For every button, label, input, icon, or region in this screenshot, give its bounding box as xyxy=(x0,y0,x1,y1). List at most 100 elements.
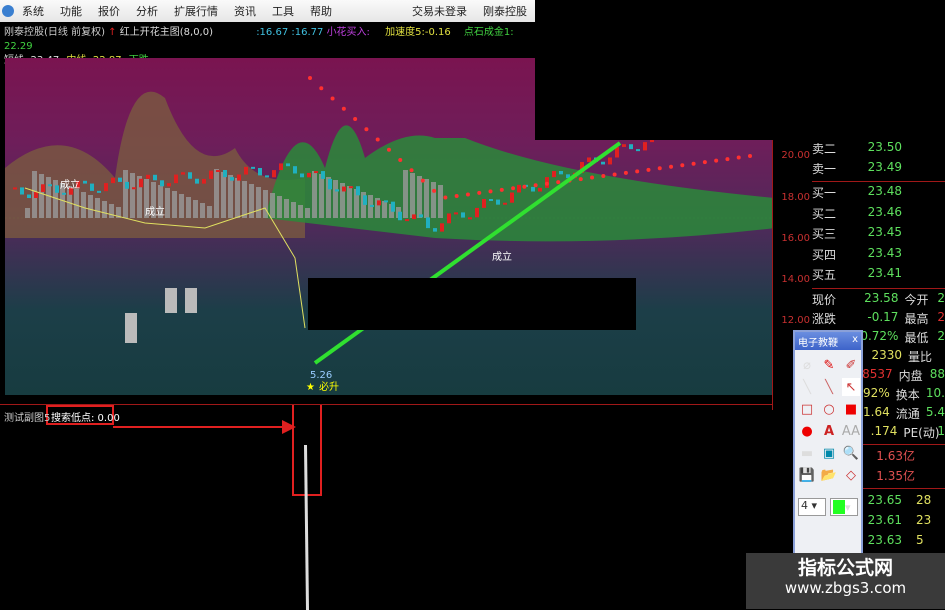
stat-label-2: 换本 xyxy=(895,387,920,402)
axis-tick: 16.00 xyxy=(781,233,810,244)
save-icon[interactable]: 💾 xyxy=(798,466,816,484)
highlighter-icon[interactable]: ✐ xyxy=(842,356,860,374)
signal-dot xyxy=(499,187,504,192)
trade-login-status[interactable]: 交易未登录 xyxy=(404,3,475,19)
signal-dot xyxy=(612,172,617,177)
candlestick xyxy=(293,166,297,174)
stat-value-2: 2 xyxy=(937,309,945,324)
rectangle-icon[interactable]: □ xyxy=(798,400,816,418)
menu-function[interactable]: 功能 xyxy=(52,3,90,19)
gray-histogram-bar xyxy=(39,174,44,218)
candlestick xyxy=(237,174,241,181)
signal-dot xyxy=(420,178,425,183)
candlestick xyxy=(342,186,346,192)
gray-histogram-bar xyxy=(319,174,324,218)
signal-dot xyxy=(511,186,516,191)
diamond-icon[interactable]: ◇ xyxy=(842,466,860,484)
gray-histogram-bar xyxy=(312,171,317,218)
eraser-icon[interactable]: ⌀ xyxy=(798,356,816,374)
stat-value: 23.58 xyxy=(864,290,899,305)
candlestick xyxy=(111,177,115,184)
gray-histogram-bar xyxy=(102,201,107,218)
candlestick xyxy=(608,157,612,165)
candlestick xyxy=(587,157,591,162)
candlestick xyxy=(90,183,94,191)
candlestick xyxy=(27,194,31,199)
stat-label: 现价 xyxy=(812,292,837,307)
gray-histogram-bar xyxy=(186,197,191,218)
stat-label-2: 今开 xyxy=(904,292,929,307)
gray-histogram-bar xyxy=(403,170,408,218)
gray-histogram-bar xyxy=(214,169,219,218)
signal-dot xyxy=(646,167,651,172)
money-value: 1.35亿 xyxy=(876,468,915,483)
pen-icon[interactable]: ✎ xyxy=(820,356,838,374)
menu-quote[interactable]: 报价 xyxy=(90,3,128,19)
stat-value: -0.17 xyxy=(867,309,899,324)
sell-row: 卖二 23.50 xyxy=(812,140,945,159)
value-2: :16.77 xyxy=(291,27,324,38)
acceleration: 加速度5:-0.16 xyxy=(385,27,451,38)
candlestick xyxy=(146,174,150,179)
signal-dot xyxy=(736,155,741,160)
text-outline-icon[interactable]: AA xyxy=(842,422,860,440)
level-label: 卖二 xyxy=(812,142,837,156)
gray-histogram-bar xyxy=(228,175,233,218)
open-folder-icon[interactable]: 📂 xyxy=(820,466,838,484)
signal-dot xyxy=(691,161,696,166)
menu-help[interactable]: 帮助 xyxy=(302,3,340,19)
candlestick xyxy=(34,191,38,199)
stat-label-2: 流通 xyxy=(895,406,920,421)
candlestick xyxy=(363,195,367,205)
gray-histogram-bar xyxy=(200,203,205,218)
line-width-select[interactable]: 4 ▾ xyxy=(798,498,826,516)
text-icon[interactable]: A xyxy=(820,422,838,440)
candlestick xyxy=(622,144,626,147)
color-select[interactable]: ▾ xyxy=(830,498,858,516)
zoom-icon[interactable]: 🔍 xyxy=(842,444,860,462)
formula-name[interactable]: 红上开花主图(8,0,0) xyxy=(120,27,213,38)
menu-news[interactable]: 资讯 xyxy=(226,3,264,19)
candlestick xyxy=(482,199,486,208)
candlestick xyxy=(20,187,24,195)
axis-tick: 14.00 xyxy=(781,274,810,285)
candlestick xyxy=(517,184,521,193)
candlestick xyxy=(13,187,17,190)
pointer-icon[interactable]: ↖ xyxy=(842,378,860,396)
brush-icon[interactable]: ╲ xyxy=(798,378,816,396)
color-block-icon[interactable]: ▬ xyxy=(798,444,816,462)
gray-histogram-bar xyxy=(256,187,261,218)
signal-dot xyxy=(465,192,470,197)
level-price: 23.48 xyxy=(867,184,902,198)
candlestick xyxy=(181,172,185,175)
ellipse-icon[interactable]: ○ xyxy=(820,400,838,418)
candlestick xyxy=(55,185,59,193)
candlestick xyxy=(349,186,353,189)
candlestick xyxy=(426,217,430,229)
line-icon[interactable]: ╲ xyxy=(820,378,838,396)
level-price: 23.43 xyxy=(867,245,902,260)
buy-row: 买一 23.48 xyxy=(812,184,945,203)
sub-indicator-name: 测试副图5 xyxy=(4,413,51,424)
filled-circle-icon[interactable]: ● xyxy=(798,422,816,440)
sub-indicator-panel[interactable]: 3 测试副图5 搜索低点: 0.00 xyxy=(0,404,772,610)
filled-rectangle-icon[interactable]: ■ xyxy=(842,400,860,418)
menu-ext-market[interactable]: 扩展行情 xyxy=(166,3,226,19)
level-price: 23.45 xyxy=(867,225,902,239)
menu-tools[interactable]: 工具 xyxy=(264,3,302,19)
search-low-value: 搜索低点: 0.00 xyxy=(51,413,120,424)
drawing-toolbox: 电子教鞭 x ⌀ ✎ ✐ ╲ ╲ ↖ □ ○ ■ ● A AA ▬ ▣ 🔍 💾 📂… xyxy=(793,330,863,580)
level-price: 23.50 xyxy=(867,140,902,154)
candlestick xyxy=(398,211,402,221)
signal-dot xyxy=(353,117,358,122)
close-icon[interactable]: x xyxy=(852,334,858,348)
stat-value-2: 1 xyxy=(937,423,945,438)
candlestick xyxy=(454,212,458,215)
gray-histogram-bar xyxy=(193,200,198,218)
tick-volume: 23 xyxy=(916,512,932,527)
candlestick xyxy=(41,184,45,192)
screen-icon[interactable]: ▣ xyxy=(820,444,838,462)
menu-system[interactable]: 系统 xyxy=(14,3,52,19)
gray-histogram-bar xyxy=(284,199,289,218)
menu-analysis[interactable]: 分析 xyxy=(128,3,166,19)
